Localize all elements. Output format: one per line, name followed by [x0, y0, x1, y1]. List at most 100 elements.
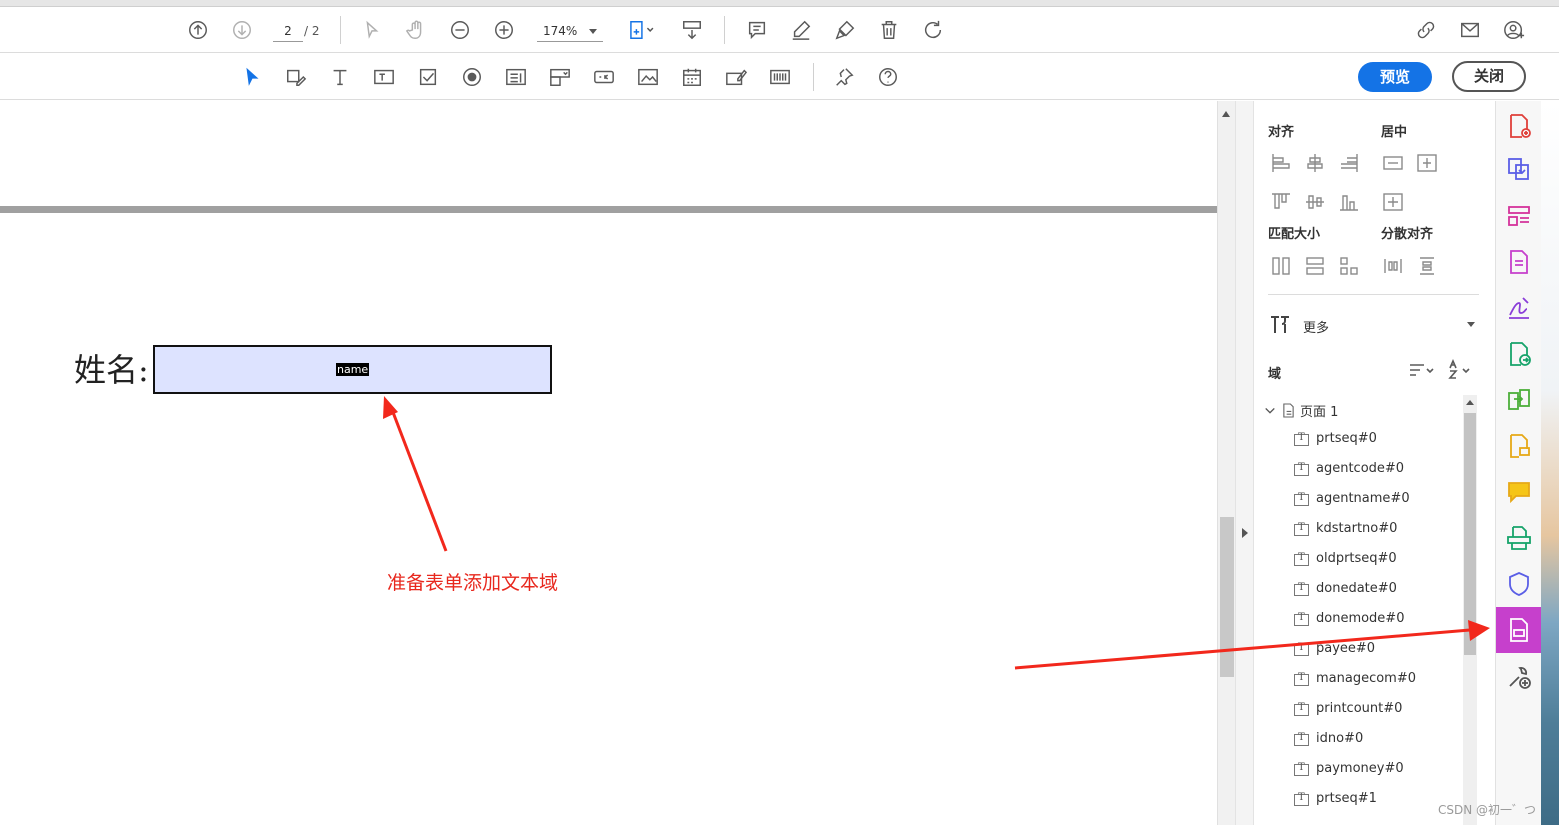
scroll-up-arrow-icon[interactable]: [1222, 111, 1230, 117]
field-list-item[interactable]: donedate#0: [1294, 580, 1464, 602]
protect-icon[interactable]: [1506, 571, 1532, 597]
compare-files-icon[interactable]: [1506, 387, 1532, 413]
combine-files-icon[interactable]: [1506, 156, 1532, 182]
align-left-icon[interactable]: [1270, 152, 1292, 174]
date-field-tool-icon[interactable]: [678, 63, 706, 91]
scrollbar-thumb[interactable]: [1464, 413, 1476, 655]
prepare-form-active-tool[interactable]: [1496, 607, 1542, 653]
scroll-up-arrow-icon[interactable]: [1466, 400, 1474, 405]
page-up-icon[interactable]: [184, 16, 212, 44]
center-vertical-icon[interactable]: [1416, 152, 1438, 174]
match-both-icon[interactable]: [1338, 255, 1360, 277]
center-horizontal-icon[interactable]: [1382, 152, 1404, 174]
field-list-item[interactable]: prtseq#0: [1294, 430, 1464, 452]
page-down-icon[interactable]: [228, 16, 256, 44]
align-vertical-center-icon[interactable]: [1304, 191, 1326, 213]
add-user-icon[interactable]: [1500, 16, 1528, 44]
comment-bubble-icon[interactable]: [1506, 479, 1532, 505]
edit-pdf-icon[interactable]: [1506, 249, 1532, 275]
field-list-item[interactable]: printcount#0: [1294, 700, 1464, 722]
scroll-mode-icon[interactable]: [678, 16, 706, 44]
field-list-item[interactable]: payee#0: [1294, 640, 1464, 662]
preview-button[interactable]: 预览: [1358, 62, 1432, 92]
text-field-icon: [1294, 792, 1309, 806]
comment-tool-icon[interactable]: [1506, 433, 1532, 459]
close-button[interactable]: 关闭: [1452, 61, 1526, 92]
hand-tool-icon[interactable]: [402, 16, 430, 44]
list-box-tool-icon[interactable]: [502, 63, 530, 91]
sign-icon[interactable]: [831, 16, 859, 44]
text-field-icon: [1294, 492, 1309, 506]
more-tools-icon[interactable]: [1506, 664, 1532, 690]
field-list-label: prtseq#1: [1316, 791, 1377, 806]
image-tool-icon[interactable]: [634, 63, 662, 91]
comment-icon[interactable]: [743, 16, 771, 44]
chevron-down-icon[interactable]: [1264, 405, 1276, 417]
align-right-icon[interactable]: [1338, 152, 1360, 174]
sort-icon[interactable]: [1406, 358, 1436, 382]
distribute-vertical-icon[interactable]: [1416, 255, 1438, 277]
document-canvas[interactable]: 姓名: name 准备表单添加文本域: [0, 101, 1217, 825]
field-list-item[interactable]: oldprtseq#0: [1294, 550, 1464, 572]
align-bottom-icon[interactable]: [1338, 191, 1360, 213]
signature-field-tool-icon[interactable]: [722, 63, 750, 91]
field-list-scrollbar[interactable]: [1463, 395, 1477, 825]
fields-title: 域: [1268, 367, 1282, 382]
select-arrow-icon[interactable]: [358, 16, 386, 44]
match-width-icon[interactable]: [1270, 255, 1292, 277]
field-list-item[interactable]: paymoney#0: [1294, 760, 1464, 782]
text-field-icon: [1294, 462, 1309, 476]
add-text-icon[interactable]: [326, 63, 354, 91]
scrollbar-thumb[interactable]: [1220, 517, 1234, 677]
collapse-arrow-icon[interactable]: [1242, 528, 1248, 538]
field-list-item[interactable]: kdstartno#0: [1294, 520, 1464, 542]
scan-ocr-icon[interactable]: [1506, 525, 1532, 551]
export-pdf-icon[interactable]: [1506, 341, 1532, 367]
zoom-in-icon[interactable]: [490, 16, 518, 44]
fill-sign-icon[interactable]: [1506, 295, 1532, 321]
distribute-horizontal-icon[interactable]: [1382, 255, 1404, 277]
field-list-item[interactable]: agentcode#0: [1294, 460, 1464, 482]
dropdown-tool-icon[interactable]: [546, 63, 574, 91]
create-pdf-icon[interactable]: [1506, 113, 1532, 139]
align-top-icon[interactable]: [1270, 191, 1292, 213]
button-tool-icon[interactable]: [590, 63, 618, 91]
field-list-item[interactable]: idno#0: [1294, 730, 1464, 752]
align-horizontal-center-icon[interactable]: [1304, 152, 1326, 174]
watermark: CSDN @初一゛つ: [1438, 803, 1537, 817]
page-number-input[interactable]: 2: [273, 20, 303, 42]
field-list-label: payee#0: [1316, 641, 1376, 656]
text-field-icon: [1294, 552, 1309, 566]
edit-form-icon[interactable]: [282, 63, 310, 91]
text-field-tool-icon[interactable]: [370, 63, 398, 91]
field-list-label: prtseq#0: [1316, 431, 1377, 446]
alphabetical-sort-icon[interactable]: [1444, 358, 1474, 382]
pin-icon[interactable]: [830, 63, 858, 91]
highlight-pen-icon[interactable]: [787, 16, 815, 44]
zoom-level-select[interactable]: 174%: [537, 20, 603, 42]
more-dropdown[interactable]: 更多: [1268, 313, 1479, 337]
select-object-icon[interactable]: [238, 63, 266, 91]
fit-page-icon[interactable]: [622, 16, 660, 44]
radio-button-tool-icon[interactable]: [458, 63, 486, 91]
field-list-item[interactable]: agentname#0: [1294, 490, 1464, 512]
zoom-out-icon[interactable]: [446, 16, 474, 44]
share-link-icon[interactable]: [1412, 16, 1440, 44]
field-list-item[interactable]: managecom#0: [1294, 670, 1464, 692]
organize-pages-icon[interactable]: [1506, 203, 1532, 229]
panel-collapse-strip[interactable]: [1235, 101, 1254, 825]
match-height-icon[interactable]: [1304, 255, 1326, 277]
field-list-item[interactable]: donemode#0: [1294, 610, 1464, 632]
rotate-icon[interactable]: [919, 16, 947, 44]
page-separator: [0, 206, 1217, 213]
document-scrollbar[interactable]: [1217, 101, 1235, 825]
help-icon[interactable]: [874, 63, 902, 91]
email-icon[interactable]: [1456, 16, 1484, 44]
barcode-tool-icon[interactable]: [766, 63, 794, 91]
center-both-icon[interactable]: [1382, 191, 1404, 213]
field-list-label: paymoney#0: [1316, 761, 1404, 776]
page-tree-node[interactable]: 页面 1: [1260, 400, 1460, 420]
checkbox-tool-icon[interactable]: [414, 63, 442, 91]
delete-icon[interactable]: [875, 16, 903, 44]
chevron-down-icon: [1467, 322, 1475, 327]
